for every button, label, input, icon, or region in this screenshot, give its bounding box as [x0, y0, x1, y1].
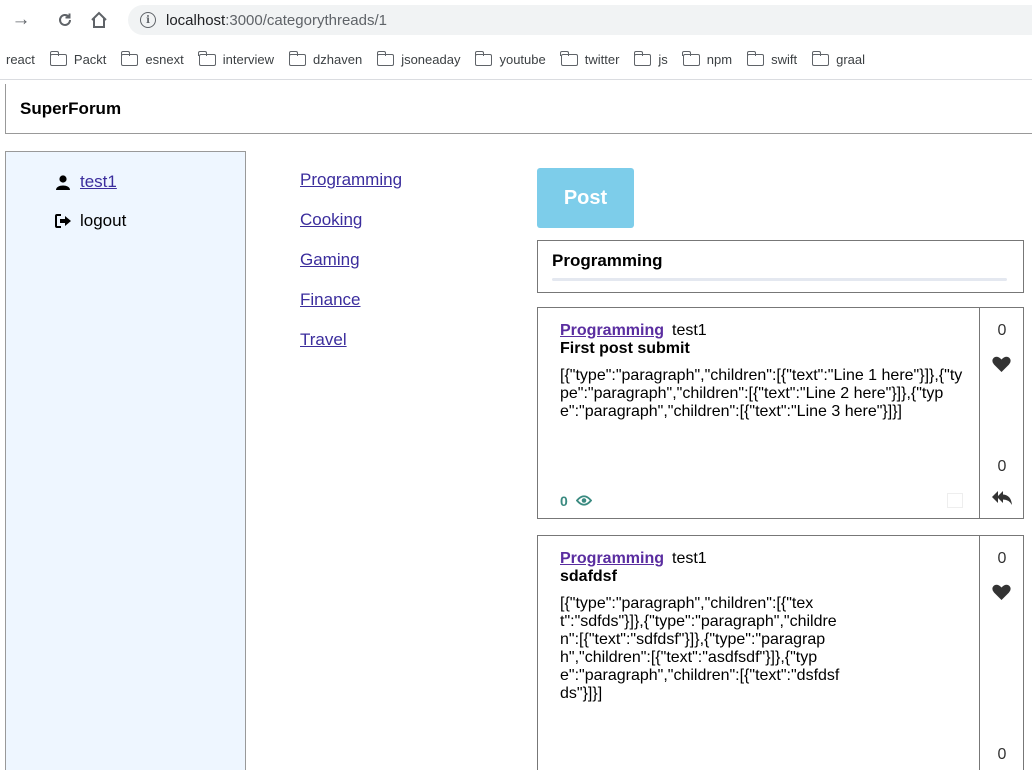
bookmark-label: youtube — [499, 52, 546, 67]
bookmark-item[interactable]: interview — [198, 50, 275, 67]
folder-icon — [288, 50, 307, 66]
user-profile-link[interactable]: test1 — [54, 172, 117, 192]
thread-points: 0 0 — [980, 536, 1024, 770]
bookmark-label: twitter — [584, 52, 620, 67]
thread-category-link[interactable]: Programming — [560, 550, 664, 567]
thread-category-link[interactable]: Programming — [560, 322, 664, 339]
folder-icon — [811, 50, 830, 66]
folder-icon — [376, 50, 395, 66]
bookmark-item[interactable]: npm — [682, 50, 733, 67]
forward-arrow-icon[interactable]: → — [10, 9, 32, 31]
bookmark-item[interactable]: esnext — [121, 50, 184, 67]
bookmark-item[interactable]: js — [634, 50, 668, 67]
bookmark-item[interactable]: jsoneaday — [376, 50, 461, 67]
reload-icon[interactable] — [54, 9, 76, 31]
thread-card[interactable]: Programming test1 sdafdsf [{"type":"parag… — [537, 535, 1024, 770]
category-link[interactable]: Travel — [300, 329, 402, 369]
reply-all-icon[interactable] — [991, 489, 1013, 511]
site-info-icon[interactable]: i — [140, 12, 156, 28]
thread-points: 0 0 — [980, 308, 1024, 518]
folder-icon — [49, 50, 67, 66]
bookmark-label: interview — [222, 52, 275, 67]
thread-title[interactable]: sdafdsf — [560, 568, 965, 586]
thread-card[interactable]: Programming test1 First post submit [{"ty… — [537, 307, 1024, 519]
browser-toolbar: → i localhost:3000/categorythreads/1 — [0, 0, 1032, 40]
category-title: Programming — [552, 251, 663, 270]
category-link[interactable]: Programming — [300, 169, 402, 209]
url-path: :3000/categorythreads/1 — [225, 11, 387, 29]
thread-content[interactable]: Programming test1 sdafdsf [{"type":"parag… — [538, 536, 980, 770]
bookmark-label: react — [6, 52, 35, 67]
thread-header: Programming test1 — [560, 322, 965, 340]
bookmark-item[interactable]: youtube — [475, 50, 546, 67]
address-bar[interactable]: i localhost:3000/categorythreads/1 — [128, 5, 1032, 35]
category-title-box: Programming — [537, 240, 1024, 293]
heart-icon[interactable] — [992, 584, 1011, 606]
reply-count: 0 — [997, 458, 1007, 475]
folder-icon — [682, 50, 700, 66]
thread-author: test1 — [672, 550, 707, 567]
app-header: SuperForum — [5, 84, 1032, 134]
thread-content[interactable]: Programming test1 First post submit [{"ty… — [538, 308, 980, 518]
thread-body: [{"type":"paragraph","children":[{"text"… — [560, 595, 840, 702]
bookmark-label: esnext — [145, 52, 184, 67]
logout-label: logout — [80, 211, 127, 230]
category-link[interactable]: Cooking — [300, 209, 402, 249]
like-count: 0 — [997, 550, 1007, 567]
bookmark-item[interactable]: twitter — [560, 50, 620, 67]
bookmarks-bar: react Packt esnext interview dzhaven jsoneada… — [0, 40, 1032, 80]
folder-icon — [121, 50, 139, 66]
bookmark-label: jsoneaday — [401, 52, 461, 67]
view-count: 0 — [560, 493, 568, 509]
bookmark-item[interactable]: graal — [811, 50, 866, 67]
thread-author: test1 — [672, 322, 707, 339]
bookmark-label: graal — [836, 52, 866, 67]
bookmark-item[interactable]: react — [6, 52, 35, 67]
folder-icon — [746, 50, 765, 66]
thread-header: Programming test1 — [560, 550, 965, 568]
thread-title[interactable]: First post submit — [560, 340, 965, 358]
thread-body: [{"type":"paragraph","children":[{"text"… — [560, 367, 963, 420]
folder-icon — [634, 50, 652, 66]
sidebar: test1 logout — [5, 151, 246, 770]
username-link[interactable]: test1 — [80, 172, 117, 192]
category-link[interactable]: Gaming — [300, 249, 402, 289]
post-button[interactable]: Post — [537, 168, 634, 228]
eye-icon — [575, 493, 592, 509]
thread-placeholder-box — [947, 493, 963, 508]
like-count: 0 — [997, 322, 1007, 339]
url-host: localhost — [166, 11, 226, 29]
logout-button[interactable]: logout — [54, 211, 126, 231]
folder-icon — [198, 50, 216, 66]
bookmark-label: swift — [771, 52, 798, 67]
folder-icon — [560, 50, 578, 66]
bookmark-label: Packt — [73, 52, 107, 67]
bookmark-item[interactable]: dzhaven — [288, 50, 363, 67]
home-icon[interactable] — [88, 9, 110, 31]
bookmark-item[interactable]: swift — [746, 50, 798, 67]
category-link[interactable]: Finance — [300, 289, 402, 329]
user-icon — [54, 174, 72, 190]
bookmark-item[interactable]: Packt — [49, 50, 107, 67]
heart-icon[interactable] — [992, 356, 1011, 378]
bookmark-label: js — [658, 52, 668, 67]
reply-count: 0 — [997, 746, 1007, 763]
bookmark-label: dzhaven — [313, 52, 363, 67]
app-title: SuperForum — [20, 98, 122, 118]
folder-icon — [475, 50, 493, 66]
category-list: Programming Cooking Gaming Finance Travel — [300, 169, 402, 369]
bookmark-label: npm — [706, 52, 733, 67]
category-title-underline — [552, 278, 1007, 281]
sign-out-icon — [54, 214, 72, 228]
thread-view-count: 0 — [560, 493, 592, 509]
